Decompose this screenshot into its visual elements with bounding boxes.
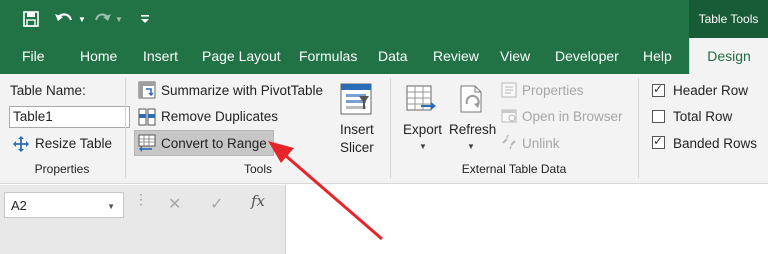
- checkmark-icon: ✓: [653, 82, 664, 96]
- external-group-label: External Table Data: [461, 162, 567, 176]
- export-dropdown-icon[interactable]: ▼: [419, 142, 427, 151]
- ribbon-tabs: File Home Insert Page Layout Formulas Da…: [0, 38, 768, 74]
- export-icon: [405, 84, 437, 116]
- properties-group-label: Properties: [34, 162, 90, 176]
- ribbon: Table Name: Table1 Resize Table Properti…: [0, 74, 768, 184]
- resize-table-button[interactable]: Resize Table: [35, 136, 112, 151]
- tab-developer[interactable]: Developer: [555, 38, 619, 74]
- resize-table-icon: [13, 136, 29, 152]
- total-row-checkbox[interactable]: [652, 110, 665, 123]
- enter-icon[interactable]: ✓: [210, 194, 223, 214]
- customize-qat-icon[interactable]: [138, 0, 152, 38]
- header-row-label[interactable]: Header Row: [673, 83, 748, 98]
- convert-to-range-icon: [138, 134, 156, 152]
- formula-input[interactable]: [285, 185, 768, 254]
- tab-view[interactable]: View: [500, 38, 530, 74]
- formula-bar-grip-icon[interactable]: ⋮: [134, 192, 148, 206]
- redo-icon[interactable]: [92, 0, 114, 38]
- undo-dropdown-icon[interactable]: ▼: [77, 0, 87, 38]
- tab-insert[interactable]: Insert: [143, 38, 178, 74]
- pivot-table-icon: [138, 81, 156, 99]
- convert-to-range-button[interactable]: Convert to Range: [161, 136, 267, 151]
- remove-duplicates-button[interactable]: Remove Duplicates: [161, 109, 278, 124]
- tab-file[interactable]: File: [22, 38, 45, 74]
- banded-rows-checkbox[interactable]: ✓: [652, 134, 665, 149]
- unlink-icon: [501, 134, 517, 150]
- title-bar: ▼ ▼ Table Tools: [0, 0, 768, 38]
- tab-page-layout[interactable]: Page Layout: [202, 38, 281, 74]
- insert-function-icon[interactable]: fx: [251, 192, 265, 210]
- redo-dropdown-icon[interactable]: ▼: [114, 0, 124, 38]
- name-box-value: A2: [11, 198, 27, 213]
- open-in-browser-icon: [501, 108, 517, 124]
- group-divider: [390, 78, 391, 178]
- refresh-dropdown-icon[interactable]: ▼: [467, 142, 475, 151]
- remove-duplicates-icon: [138, 108, 156, 126]
- insert-slicer-button[interactable]: Insert: [340, 122, 374, 137]
- tab-review[interactable]: Review: [433, 38, 479, 74]
- group-divider: [638, 78, 639, 178]
- header-row-checkbox[interactable]: ✓: [652, 82, 665, 97]
- properties-button[interactable]: Properties: [522, 83, 584, 98]
- insert-slicer-icon: [339, 82, 373, 116]
- name-box[interactable]: A2 ▼: [4, 192, 124, 218]
- unlink-button[interactable]: Unlink: [522, 136, 560, 151]
- formula-bar: A2 ▼ ⋮ ✕ ✓ fx: [0, 185, 768, 254]
- save-icon[interactable]: [20, 0, 42, 38]
- group-divider: [125, 78, 126, 178]
- insert-slicer-button-line2[interactable]: Slicer: [340, 140, 374, 155]
- banded-rows-label[interactable]: Banded Rows: [673, 136, 757, 151]
- export-button[interactable]: Export: [403, 122, 442, 137]
- properties-icon: [501, 82, 517, 98]
- chevron-down-icon[interactable]: ▼: [107, 202, 115, 211]
- tab-formulas[interactable]: Formulas: [299, 38, 357, 74]
- refresh-button[interactable]: Refresh: [449, 122, 496, 137]
- cancel-icon[interactable]: ✕: [168, 194, 181, 214]
- summarize-pivot-button[interactable]: Summarize with PivotTable: [161, 83, 323, 98]
- table-name-input[interactable]: Table1: [9, 106, 130, 128]
- total-row-label[interactable]: Total Row: [673, 109, 732, 124]
- tab-home[interactable]: Home: [80, 38, 117, 74]
- tab-data[interactable]: Data: [378, 38, 408, 74]
- checkmark-icon: ✓: [653, 134, 664, 148]
- undo-icon[interactable]: [52, 0, 76, 38]
- tools-group-label: Tools: [243, 162, 272, 176]
- context-title: Table Tools: [689, 0, 768, 38]
- open-in-browser-button[interactable]: Open in Browser: [522, 109, 623, 124]
- table-name-label: Table Name:: [10, 83, 86, 98]
- tab-help[interactable]: Help: [643, 38, 672, 74]
- tab-design[interactable]: Design: [689, 38, 768, 74]
- refresh-icon: [457, 84, 487, 116]
